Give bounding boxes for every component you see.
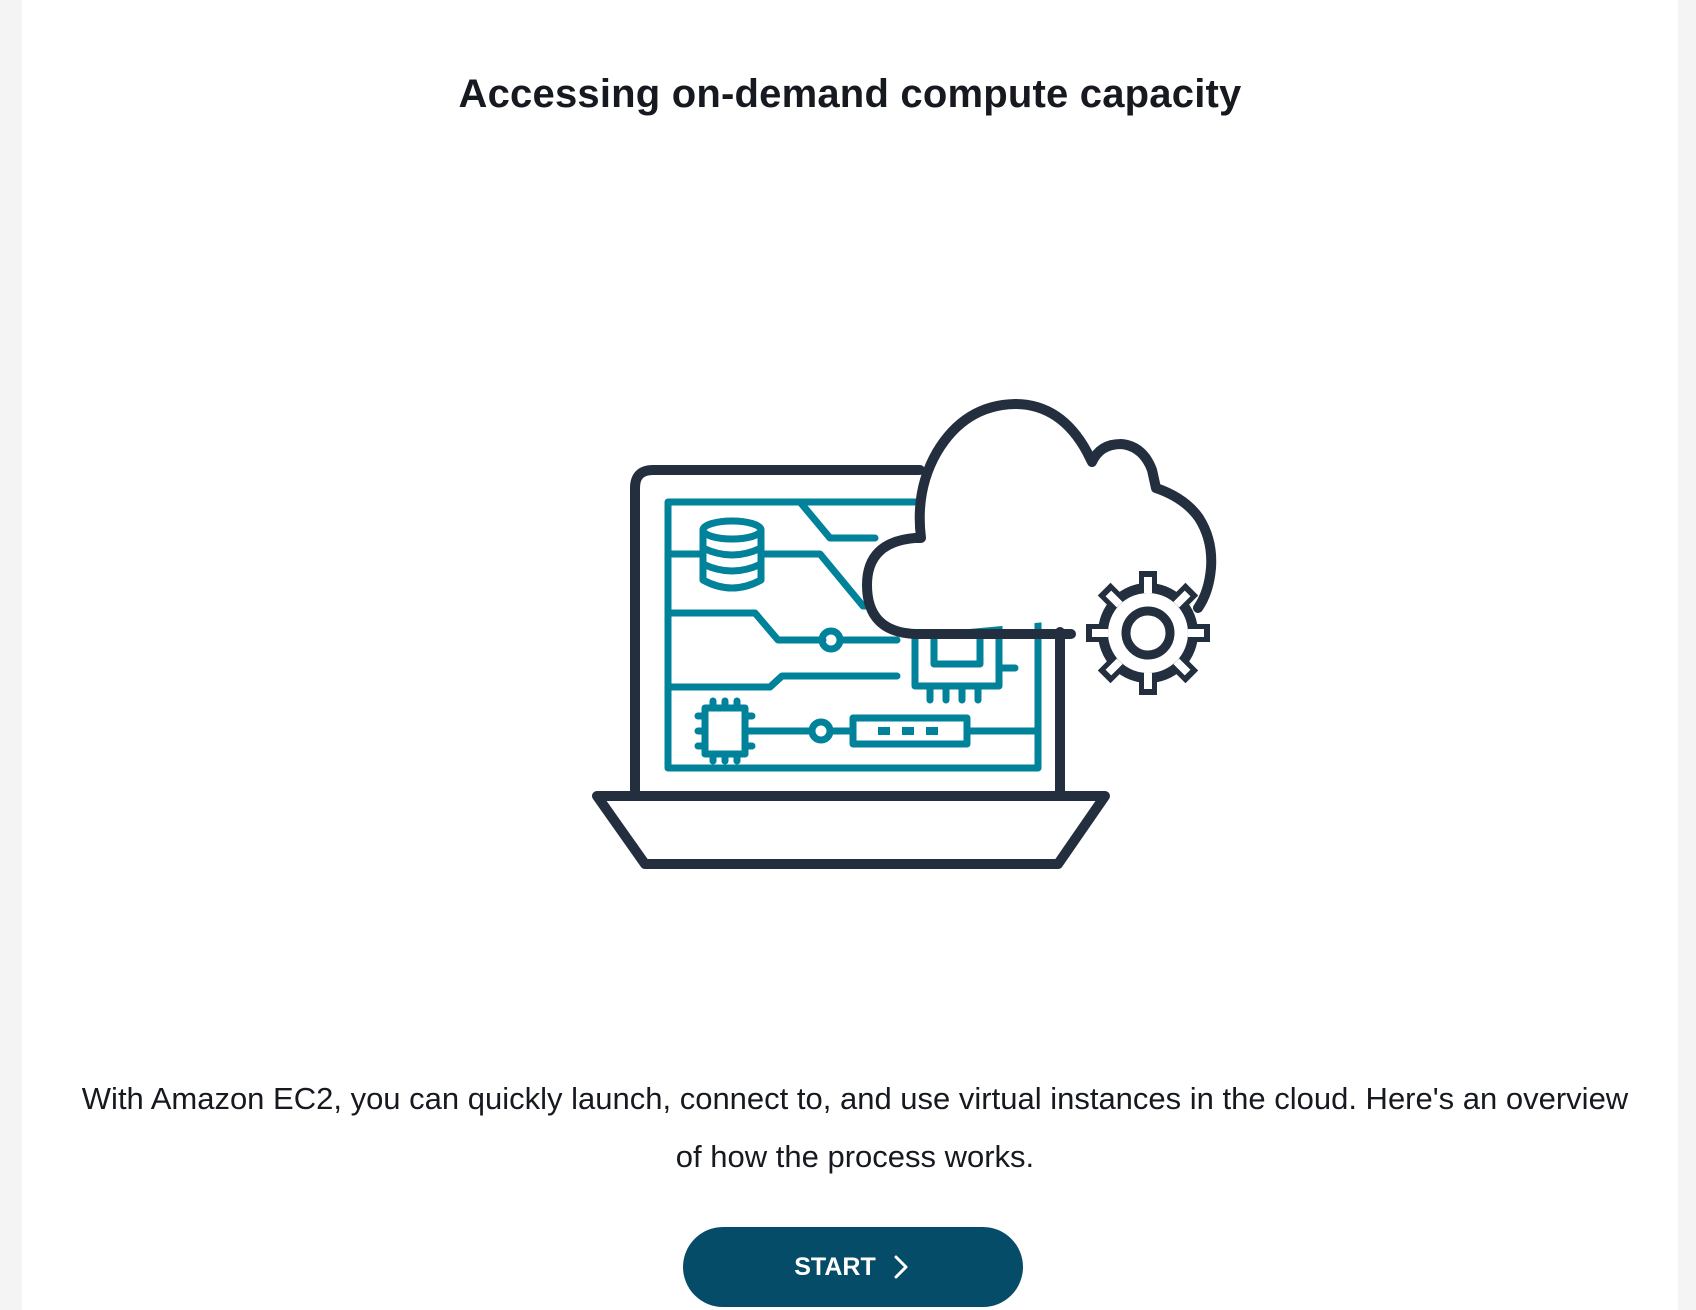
ec2-illustration	[592, 399, 1217, 869]
port-dots	[878, 727, 938, 735]
intro-description: With Amazon EC2, you can quickly launch,…	[81, 1081, 1629, 1174]
start-button[interactable]: START	[683, 1227, 1023, 1307]
page-title: Accessing on-demand compute capacity	[458, 72, 1242, 116]
gear-icon	[1086, 571, 1210, 695]
chevron-right-icon	[894, 1255, 908, 1279]
laptop-base	[592, 791, 1110, 869]
start-button-label: START	[794, 1252, 876, 1281]
